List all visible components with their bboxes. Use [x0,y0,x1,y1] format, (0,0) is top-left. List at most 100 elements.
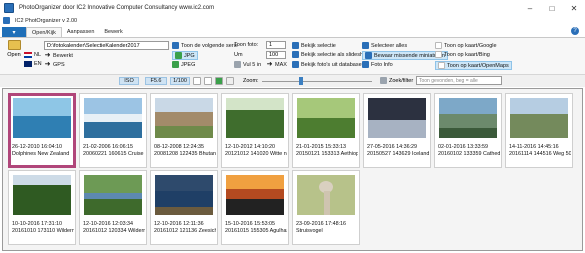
photo-image [226,98,284,138]
iso-filter-button[interactable]: ISO [119,77,139,85]
photo-thumbnail[interactable]: 08-12-2008 12:24:35 20081208 122435 Bhuta… [150,93,218,168]
photo-name: 20161015 155305 Agulhas [225,228,287,234]
selecteer-alles-button[interactable]: Selecteer alles [362,42,407,49]
spreadsheet-icon[interactable] [215,77,223,85]
jpeg-filter-toggle[interactable]: JPEG [172,61,195,68]
folder-open-icon [7,40,21,50]
close-filter-icon[interactable] [204,77,212,85]
vul-label: Vul 5 in [243,61,262,68]
photo-name: 20161012 121136 Zeesicht [154,228,216,234]
zoom-slider-thumb[interactable] [298,77,303,85]
arrow-right-icon: ➜ [44,52,51,59]
photo-thumbnail[interactable]: 23-09-2016 17:48:16 Struisvogel [292,170,360,245]
tab-open-kijk[interactable]: Open/Kijk [26,27,62,37]
map-bing-label: Toon op kaart/Bing [444,51,490,58]
database-icon [292,61,299,68]
aperture-filter-button[interactable]: F5.6 [145,77,167,85]
vul-button[interactable]: Vul 5 in [234,61,261,68]
fill-icon [234,61,241,68]
toon-foto-input[interactable]: 1 [266,41,286,49]
flag-en-icon [24,61,32,67]
quick-access-icon[interactable] [3,17,10,24]
photo-thumbnail[interactable]: 10-10-2016 17:31:10 20161010 173110 Wilde… [8,170,76,245]
photo-thumbnail[interactable]: 21-01-2015 15:33:13 20150121 153313 Aethi… [292,93,360,168]
window-title: PhotoOrganizer door IC2 Innovative Compu… [19,5,215,11]
language-en[interactable]: EN [24,61,42,67]
photo-image [84,98,142,138]
slideshow-button[interactable]: Bekijk selectie als slideshow [292,51,370,58]
minimize-button[interactable]: – [519,0,541,16]
photo-thumbnail[interactable]: 21-02-2006 16:06:15 20060221 160615 Cruis… [79,93,147,168]
bewerkt-button[interactable]: ➜ Bewerkt [44,52,73,59]
photo-image [226,175,284,215]
version-label: IC2 PhotOrganizer v 2.00 [15,17,78,24]
photo-name: 20161012 120334 Wildern [83,228,145,234]
map-pin-icon [435,42,442,49]
close-button[interactable]: ✕ [563,0,585,16]
jpg-filter-toggle[interactable]: JPG [172,51,198,60]
slideshow-icon [292,51,299,58]
jpeg-label: JPEG [181,61,196,68]
thumbnail-grid: 26-12-2010 16:04:10 Dolphines New Zealand… [2,88,583,251]
application-menu-button[interactable]: ▾ [2,27,26,37]
tab-bewerk[interactable]: Bewerk [99,27,127,37]
photo-image [368,98,426,138]
next-series-button[interactable]: Toon de volgende serie [172,42,238,49]
next-series-label: Toon de volgende serie [181,42,238,49]
map-google-button[interactable]: Toon op kaart/Google [435,42,497,49]
photo-thumbnail[interactable]: 12-10-2016 12:11:36 20161012 121136 Zeesi… [150,170,218,245]
photo-thumbnail[interactable]: 27-05-2016 14:36:29 20150527 143629 Icela… [363,93,431,168]
photo-thumbnail[interactable]: 14-11-2016 14:45:16 20161114 144516 Weg 5… [505,93,573,168]
zoom-label: Zoom: [243,78,259,84]
app-icon [4,3,14,13]
flag-nl-icon [24,52,32,58]
grid-icon[interactable] [226,77,234,85]
photo-image [13,175,71,215]
photo-thumbnail[interactable]: 26-12-2010 16:04:10 Dolphines New Zealand [8,93,76,168]
open-button[interactable]: Open [6,40,22,66]
ribbon-tab-bar: ▾ Open/Kijk Aanpassen Bewerk ? [0,26,585,37]
photo-thumbnail[interactable]: 15-10-2016 15:53:05 20161015 155305 Agulh… [221,170,289,245]
photo-name: 20150527 143629 Iceland [367,151,429,157]
search-filter-label: Zoek/filter [389,77,414,84]
maximize-button[interactable]: □ [541,0,563,16]
shutter-filter-button[interactable]: 1/100 [170,77,190,85]
save-thumbnails-icon [365,52,372,59]
gps-button[interactable]: ➜ GPS [44,61,65,68]
um-label: Um [234,52,243,58]
help-icon[interactable]: ? [571,27,579,35]
photo-date: 21-01-2015 15:33:13 [296,144,347,150]
photo-thumbnail[interactable]: 02-01-2016 13:33:59 20160102 133359 Cathe… [434,93,502,168]
photo-thumbnail[interactable]: 12-10-2012 14:10:20 20121012 141020 Witte… [221,93,289,168]
jpeg-icon [172,61,179,68]
map-pin-icon [438,62,445,69]
photo-image [155,175,213,215]
photo-image [297,175,355,215]
zoom-slider[interactable] [262,81,372,82]
folder-path-input[interactable]: D:\fotokalender\SelectieKalender2017 [44,41,169,50]
language-nl[interactable]: NL [24,52,41,58]
bekijk-selectie-button[interactable]: Bekijk selectie [292,42,336,49]
max-label: MAX [275,61,287,68]
database-label: Bekijk foto's uit database [301,61,362,68]
photo-date: 23-09-2016 17:48:16 [296,221,347,227]
map-openmaps-button[interactable]: Toon op kaart/OpenMaps [435,61,512,70]
quick-access-bar: IC2 PhotOrganizer v 2.00 [0,16,585,25]
slideshow-label: Bekijk selectie als slideshow [301,51,371,58]
map-bing-button[interactable]: Toon op kaart/Bing [435,51,490,58]
title-bar: PhotoOrganizer door IC2 Innovative Compu… [0,0,585,16]
database-button[interactable]: Bekijk foto's uit database [292,61,362,68]
window-controls: – □ ✕ [519,0,585,16]
arrow-right-icon: ➜ [266,61,273,68]
max-button[interactable]: ➜ MAX [266,61,287,68]
search-input[interactable]: Toon gevonden, beg = alle [416,76,502,85]
image-icon[interactable] [193,77,201,85]
tab-aanpassen[interactable]: Aanpassen [62,27,100,37]
search-filter-button[interactable]: Zoek/filter [380,77,413,84]
um-input[interactable]: 100 [266,51,286,59]
foto-info-button[interactable]: Foto Info [362,61,393,68]
photo-thumbnail[interactable]: 12-10-2016 12:03:34 20161012 120334 Wilde… [79,170,147,245]
ribbon-panel: Open NL EN D:\fotokalender\SelectieKalen… [0,37,585,75]
bewerkt-label: Bewerkt [53,52,73,59]
photo-image [84,175,142,215]
